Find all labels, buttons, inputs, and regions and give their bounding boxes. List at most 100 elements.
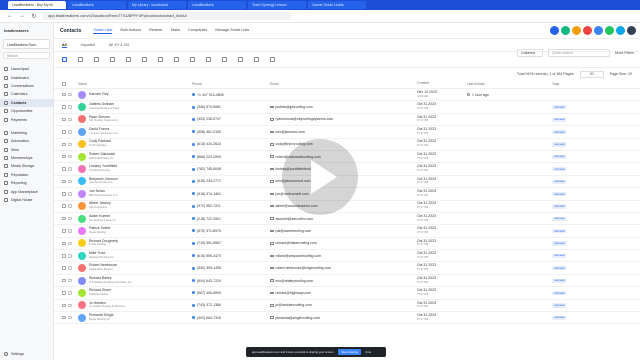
email-cell[interactable]: robert.newhouse@edgeroofing.com bbox=[270, 266, 417, 270]
table-row[interactable]: Karmen Ray +1 447 913-4808 Dec 12 2023 11:0… bbox=[54, 89, 640, 102]
reload-icon[interactable]: ↻ bbox=[30, 13, 38, 20]
contact-name-cell[interactable]: Lindsey Youthfield Youthfield Roofing bbox=[78, 164, 192, 174]
phone-number[interactable]: (743) 372-1386 bbox=[197, 303, 221, 307]
browser-tab[interactable]: LeadBreakers bbox=[68, 1, 126, 9]
column-header-tags[interactable]: Tags bbox=[552, 82, 592, 86]
sidebar-item-dashboard[interactable]: Dashboard bbox=[0, 73, 53, 81]
phone-number[interactable]: (508) 461-0150 bbox=[197, 130, 221, 134]
sidebar-item-digital-house[interactable]: Digital House bbox=[0, 196, 53, 204]
contact-name-cell[interactable]: David Fuerra J & Sons Contractors Inc bbox=[78, 127, 192, 136]
table-row[interactable]: Jo Hedden Jo Hedden Roofing & Solutions (7… bbox=[54, 300, 640, 313]
email-cell[interactable]: richard@highwayr.com bbox=[270, 291, 417, 295]
sidebar-item-reputation[interactable]: Reputation bbox=[0, 171, 53, 179]
filter-icon[interactable] bbox=[78, 57, 83, 62]
columns-button[interactable]: Columns bbox=[517, 49, 544, 57]
email-address[interactable]: mikew@waywardroofing.com bbox=[276, 254, 322, 258]
back-icon[interactable]: ← bbox=[6, 13, 14, 19]
phone-cell[interactable]: (615) 555-4470 bbox=[192, 254, 270, 258]
tag-badge[interactable]: new lead bbox=[552, 315, 567, 321]
tag-remove-icon[interactable] bbox=[158, 57, 163, 62]
tag-badge[interactable]: new lead bbox=[552, 179, 567, 184]
row-checkbox[interactable] bbox=[54, 92, 68, 97]
subtab-ak-ky-oh[interactable]: AK KY & OH bbox=[109, 43, 129, 47]
phone-number[interactable]: (346) 570-5081 bbox=[197, 105, 221, 109]
column-header-phone[interactable]: Phone bbox=[192, 82, 270, 86]
phone-cell[interactable]: (719) 351-8567 bbox=[192, 241, 270, 245]
automation-icon[interactable] bbox=[94, 57, 99, 62]
table-row[interactable]: Richard Dougherty Tristar Roofing (719) 35… bbox=[54, 238, 640, 251]
contact-name-cell[interactable]: Robert Zakowski Zakowski Roofing Co. bbox=[78, 152, 192, 161]
avatar[interactable] bbox=[594, 26, 603, 35]
sidebar-item-marketing[interactable]: Marketing bbox=[0, 129, 53, 137]
phone-number[interactable]: (866) 223-2509 bbox=[197, 155, 221, 159]
sidebar-item-media-storage[interactable]: Media Storage bbox=[0, 162, 53, 170]
row-checkbox[interactable] bbox=[54, 229, 68, 233]
browser-tab[interactable]: Career Guide Leads bbox=[308, 1, 366, 9]
table-row[interactable]: Richard Stone Highwater Sales (567) 406-65… bbox=[54, 287, 640, 300]
subtab-imported[interactable]: Imported bbox=[81, 43, 95, 47]
email-cell[interactable]: mikew@waywardroofing.com bbox=[270, 254, 417, 258]
column-header-email[interactable]: Email bbox=[270, 82, 417, 86]
subtab-all[interactable]: All bbox=[62, 43, 67, 48]
sidebar-item-launchpad[interactable]: Launchpad bbox=[0, 65, 53, 73]
row-checkbox[interactable] bbox=[54, 241, 68, 246]
tab-bulk-actions[interactable]: Bulk Actions bbox=[120, 28, 141, 34]
phone-number[interactable]: +1 447 913-4808 bbox=[197, 93, 224, 97]
tag-badge[interactable]: new lead bbox=[552, 216, 567, 221]
phone-cell[interactable]: (218) 722-3901 bbox=[192, 217, 270, 221]
email-cell[interactable]: info@rbaileyroofing.com bbox=[270, 279, 417, 283]
phone-cell[interactable]: (866) 223-2509 bbox=[192, 155, 270, 159]
avatar[interactable] bbox=[583, 26, 592, 35]
opportunity-icon[interactable] bbox=[254, 57, 259, 62]
sidebar-item-contacts[interactable]: Contacts bbox=[0, 98, 53, 107]
email-cell[interactable]: richard@tristarroofing.com bbox=[270, 241, 417, 245]
email-cell[interactable]: pat@sweetroofing.com bbox=[270, 229, 417, 233]
tag-badge[interactable]: new lead bbox=[552, 142, 567, 147]
column-header-last-activity[interactable]: Last Activity bbox=[467, 82, 552, 86]
avatar[interactable] bbox=[605, 26, 614, 35]
row-checkbox[interactable] bbox=[54, 315, 68, 320]
phone-cell[interactable]: (515) 234-2771 bbox=[192, 179, 270, 183]
tag-badge[interactable]: new lead bbox=[552, 291, 567, 296]
row-checkbox[interactable] bbox=[54, 254, 68, 258]
tag-badge[interactable]: new lead bbox=[552, 117, 567, 122]
avatar[interactable] bbox=[616, 26, 625, 35]
export-icon[interactable] bbox=[206, 57, 211, 62]
email-cell[interactable]: ryansimons@cityroofingsystems.com bbox=[270, 117, 417, 121]
phone-cell[interactable]: (346) 570-5081 bbox=[192, 105, 270, 109]
forward-icon[interactable]: → bbox=[18, 13, 26, 19]
email-cell[interactable]: pimanda@singleroofing.com bbox=[270, 316, 417, 320]
email-cell[interactable]: jo@heddenroofing.com bbox=[270, 303, 417, 307]
row-checkbox[interactable] bbox=[54, 291, 68, 295]
row-checkbox[interactable] bbox=[54, 167, 68, 171]
sidebar-item-payments[interactable]: Payments bbox=[0, 115, 53, 123]
tag-badge[interactable]: new lead bbox=[552, 129, 567, 135]
tag-badge[interactable]: new lead bbox=[552, 154, 567, 159]
phone-cell[interactable]: (570) 371-8975 bbox=[192, 229, 270, 233]
avatar[interactable] bbox=[561, 26, 570, 35]
row-checkbox[interactable] bbox=[54, 216, 68, 221]
row-checkbox[interactable] bbox=[54, 179, 68, 184]
contact-name-cell[interactable]: Richard Stone Highwater Sales bbox=[78, 288, 192, 297]
sidebar-item-app-marketplace[interactable]: App Marketplace bbox=[0, 187, 53, 195]
avatar[interactable] bbox=[627, 26, 636, 35]
phone-cell[interactable]: (972) 952-7211 bbox=[192, 204, 270, 208]
phone-number[interactable]: (782) 745-8048 bbox=[197, 167, 221, 171]
account-switcher[interactable]: LeadBreakers Roof... bbox=[3, 39, 50, 49]
tab-companies[interactable]: Companies bbox=[188, 28, 207, 34]
avatar[interactable] bbox=[550, 26, 559, 35]
select-all-checkbox[interactable] bbox=[54, 82, 68, 86]
email-address[interactable]: richard@highwayr.com bbox=[276, 291, 312, 295]
phone-number[interactable]: (540) 399-1455 bbox=[197, 266, 221, 270]
contact-name-cell[interactable]: Albert Jaramy AM Contractors bbox=[78, 202, 192, 211]
table-row[interactable]: Richard Bailey R & R Bailey Roofing & Ser… bbox=[54, 275, 640, 288]
sidebar-item-opportunities[interactable]: Opportunities bbox=[0, 107, 53, 115]
row-checkbox[interactable] bbox=[54, 142, 68, 146]
email-cell[interactable]: justinis@jpbroofing.com bbox=[270, 105, 417, 109]
phone-cell[interactable]: (518) 374-1461 bbox=[192, 192, 270, 196]
contact-name-cell[interactable]: Benjamin Johnson Johnson Roofing Co. bbox=[78, 177, 192, 186]
contact-name-cell[interactable]: Mike Trout Wayward Roofing Inc. bbox=[78, 251, 192, 260]
contact-name-cell[interactable]: Pimanda Single Single Roofing Inc bbox=[78, 313, 192, 322]
phone-number[interactable]: (402) 664-7315 bbox=[197, 316, 221, 320]
contact-name-cell[interactable]: Richard Dougherty Tristar Roofing bbox=[78, 239, 192, 248]
